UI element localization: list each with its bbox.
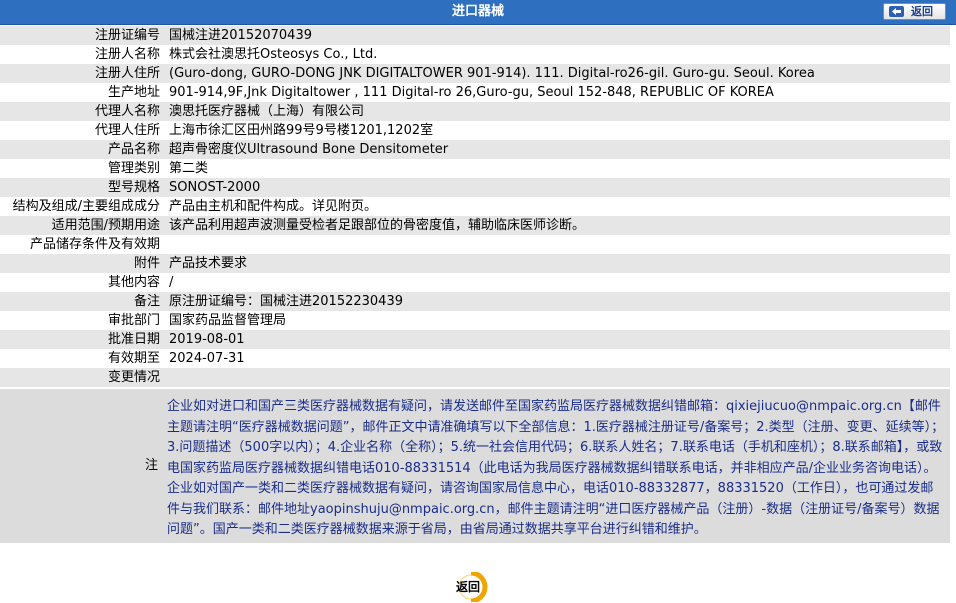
info-row: 备注 原注册证编号：国械注进20152230439	[0, 292, 950, 311]
info-row: 产品名称 超声骨密度仪Ultrasound Bone Densitometer	[0, 140, 950, 159]
info-row: 批准日期 2019-08-01	[0, 330, 950, 349]
field-value: 产品技术要求	[165, 254, 950, 273]
field-label: 结构及组成/主要组成成分	[0, 197, 165, 216]
field-value: 第二类	[165, 159, 950, 178]
field-value: /	[165, 273, 950, 292]
field-label: 适用范围/预期用途	[0, 216, 165, 235]
info-row: 适用范围/预期用途 该产品利用超声波测量受检者足跟部位的骨密度值，辅助临床医师诊断…	[0, 216, 950, 235]
field-value: (Guro-dong, GURO-DONG JNK DIGITALTOWER 9…	[165, 64, 950, 83]
info-row: 管理类别 第二类	[0, 159, 950, 178]
field-value: 该产品利用超声波测量受检者足跟部位的骨密度值，辅助临床医师诊断。	[165, 216, 950, 235]
info-row: 代理人住所 上海市徐汇区田州路99号9号楼1201,1202室	[0, 121, 950, 140]
back-button-bottom-label: 返回	[455, 580, 480, 594]
header-bar: 进口器械 返回	[0, 0, 956, 25]
field-label: 有效期至	[0, 349, 165, 368]
field-value: 2019-08-01	[165, 330, 950, 349]
info-row: 产品储存条件及有效期	[0, 235, 950, 254]
info-row: 结构及组成/主要组成成分 产品由主机和配件构成。详见附页。	[0, 197, 950, 216]
back-button-top-label: 返回	[911, 5, 933, 18]
field-value: 原注册证编号：国械注进20152230439	[165, 292, 950, 311]
field-label: 备注	[0, 292, 165, 311]
note-row: 注 企业如对进口和国产三类医疗器械数据有疑问，请发送邮件至国家药监局医疗器械数据…	[0, 389, 950, 543]
field-label: 审批部门	[0, 311, 165, 330]
note-text: 企业如对进口和国产三类医疗器械数据有疑问，请发送邮件至国家药监局医疗器械数据纠错…	[167, 399, 945, 537]
info-row: 生产地址 901-914,9F,Jnk Digitaltower , 111 Di…	[0, 83, 950, 102]
field-value: 超声骨密度仪Ultrasound Bone Densitometer	[165, 140, 950, 159]
field-value: 产品由主机和配件构成。详见附页。	[165, 197, 950, 216]
field-value: 901-914,9F,Jnk Digitaltower , 111 Digita…	[165, 83, 950, 102]
field-label: 附件	[0, 254, 165, 273]
back-arrow-icon	[889, 6, 904, 17]
back-button-bottom[interactable]: 返回	[449, 572, 499, 602]
field-label: 产品名称	[0, 140, 165, 159]
field-value: 国械注进20152070439	[165, 26, 950, 45]
field-label: 代理人住所	[0, 121, 165, 140]
field-label: 生产地址	[0, 83, 165, 102]
page-title: 进口器械	[451, 4, 504, 19]
field-value	[165, 368, 950, 387]
info-row: 注册证编号 国械注进20152070439	[0, 26, 950, 45]
info-row: 其他内容 /	[0, 273, 950, 292]
field-value: 2024-07-31	[165, 349, 950, 368]
field-label: 型号规格	[0, 178, 165, 197]
field-label: 注册人名称	[0, 45, 165, 64]
info-row: 代理人名称 澳思托医疗器械（上海）有限公司	[0, 102, 950, 121]
note-label: 注	[144, 458, 158, 473]
info-row: 有效期至 2024-07-31	[0, 349, 950, 368]
field-value: SONOST-2000	[165, 178, 950, 197]
info-row: 变更情况	[0, 368, 950, 387]
footer: 返回	[0, 569, 956, 603]
field-label: 管理类别	[0, 159, 165, 178]
field-value: 株式会社澳思托Osteosys Co., Ltd.	[165, 45, 950, 64]
device-info-table: 注册证编号 国械注进20152070439 注册人名称 株式会社澳思托Osteosys…	[0, 26, 950, 387]
field-label: 其他内容	[0, 273, 165, 292]
field-value	[165, 235, 950, 254]
info-row: 型号规格 SONOST-2000	[0, 178, 950, 197]
field-label: 注册证编号	[0, 26, 165, 45]
back-button-top[interactable]: 返回	[883, 3, 946, 20]
field-label: 批准日期	[0, 330, 165, 349]
field-label: 代理人名称	[0, 102, 165, 121]
field-value: 澳思托医疗器械（上海）有限公司	[165, 102, 950, 121]
info-row: 审批部门 国家药品监督管理局	[0, 311, 950, 330]
field-value: 国家药品监督管理局	[165, 311, 950, 330]
field-label: 注册人住所	[0, 64, 165, 83]
info-row: 注册人名称 株式会社澳思托Osteosys Co., Ltd.	[0, 45, 950, 64]
field-label: 变更情况	[0, 368, 165, 387]
field-value: 上海市徐汇区田州路99号9号楼1201,1202室	[165, 121, 950, 140]
field-label: 产品储存条件及有效期	[0, 235, 165, 254]
info-row: 注册人住所 (Guro-dong, GURO-DONG JNK DIGITALTO…	[0, 64, 950, 83]
info-row: 附件 产品技术要求	[0, 254, 950, 273]
